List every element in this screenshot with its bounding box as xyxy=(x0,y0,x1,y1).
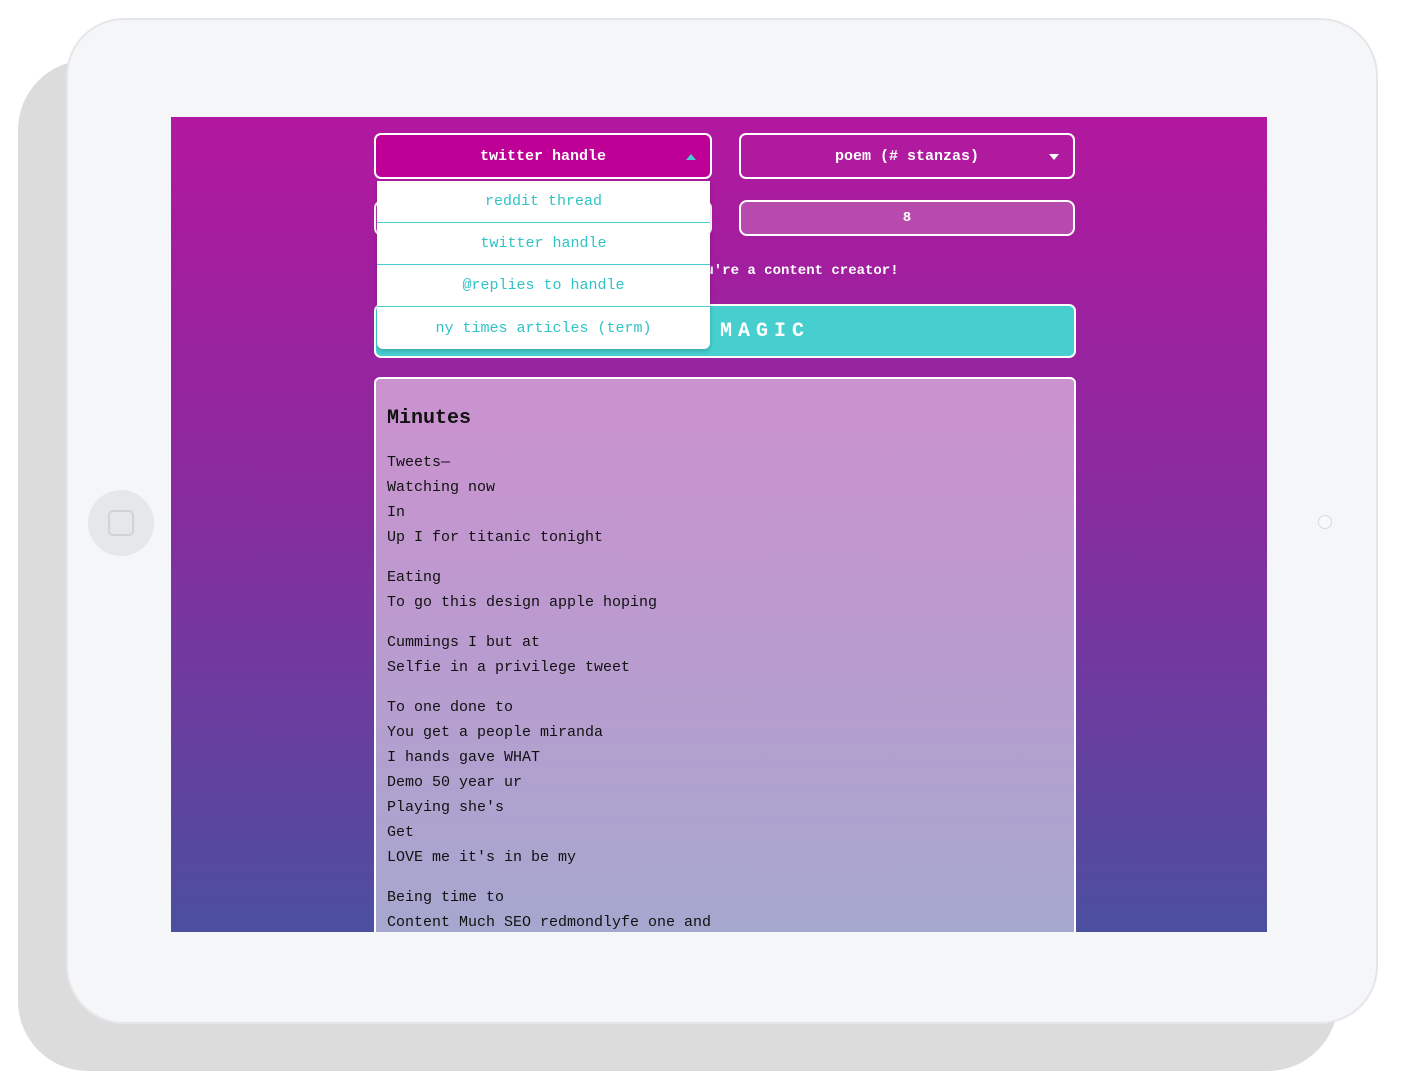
poem-line: Content Much SEO redmondlyfe one and xyxy=(387,914,712,931)
poem-line: In xyxy=(387,504,406,521)
home-square-icon xyxy=(108,510,134,536)
poem-line: To one done to xyxy=(387,699,514,716)
poem-line: Selfie in a privilege tweet xyxy=(387,659,631,676)
magic-button-label: MAGIC xyxy=(719,319,810,343)
stanzas-input[interactable]: 8 xyxy=(739,200,1075,236)
poem-output-panel: Minutes Tweets— Watching now In Up I for… xyxy=(374,377,1076,932)
poem-stanza: To one done to You get a people miranda … xyxy=(387,695,1064,870)
poem-line: I hands gave WHAT xyxy=(387,749,541,766)
poem-line: Playing she's xyxy=(387,799,505,816)
poem-stanza: Being time to Content Much SEO redmondly… xyxy=(387,885,1064,932)
dropdown-option-ny-times-articles[interactable]: ny times articles (term) xyxy=(377,307,710,349)
poem-line: Watching now xyxy=(387,479,496,496)
caret-up-icon[interactable] xyxy=(686,154,696,160)
format-select[interactable]: poem (# stanzas) xyxy=(739,133,1075,179)
poem-line: Demo 50 year ur xyxy=(387,774,523,791)
app-screen: twitter handle poem (# stanzas) 8 u're a… xyxy=(171,117,1267,932)
poem-line: Eating xyxy=(387,569,442,586)
poem-line: Cummings I but at xyxy=(387,634,541,651)
poem-stanza: Tweets— Watching now In Up I for titanic… xyxy=(387,450,1064,550)
home-button-icon[interactable] xyxy=(88,490,154,556)
poem-line: LOVE me it's in be my xyxy=(387,849,577,866)
poem-line: Being time to xyxy=(387,889,505,906)
source-select[interactable]: twitter handle xyxy=(374,133,712,179)
poem-line: Up I for titanic tonight xyxy=(387,529,604,546)
poem-line: Tweets— xyxy=(387,454,451,471)
camera-dot-icon xyxy=(1318,515,1332,529)
dropdown-option-replies-to-handle[interactable]: @replies to handle xyxy=(377,265,710,307)
source-select-value: twitter handle xyxy=(479,147,607,165)
stanzas-input-value: 8 xyxy=(902,210,912,226)
poem-stanza: Cummings I but at Selfie in a privilege … xyxy=(387,630,1064,680)
format-select-value: poem (# stanzas) xyxy=(834,147,980,165)
poem-line: Get xyxy=(387,824,415,841)
dropdown-option-twitter-handle[interactable]: twitter handle xyxy=(377,223,710,265)
poem-stanza: Eating To go this design apple hoping xyxy=(387,565,1064,615)
caret-down-icon[interactable] xyxy=(1049,154,1059,160)
dropdown-option-reddit-thread[interactable]: reddit thread xyxy=(377,181,710,223)
tagline-text: u're a content creator! xyxy=(705,263,899,279)
poem-line: To go this design apple hoping xyxy=(387,594,658,611)
source-dropdown-menu: reddit thread twitter handle @replies to… xyxy=(377,181,710,349)
poem-title: Minutes xyxy=(387,407,472,430)
poem-line: You get a people miranda xyxy=(387,724,604,741)
